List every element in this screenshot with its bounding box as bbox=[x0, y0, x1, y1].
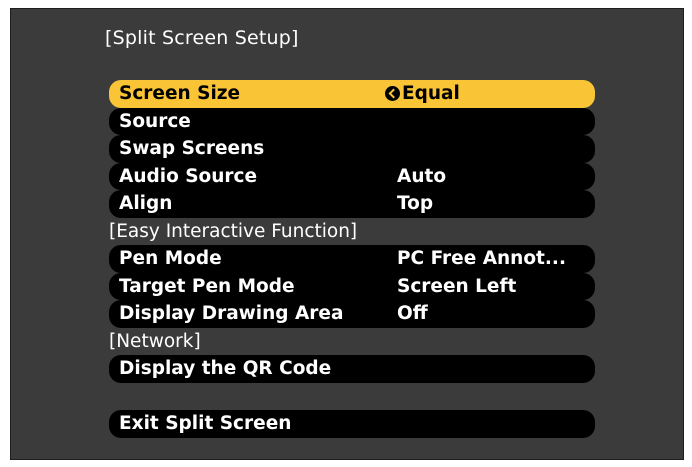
menu-item-label: Display Drawing Area bbox=[119, 303, 344, 325]
enter-icon bbox=[385, 86, 400, 102]
pen-mode-value: PC Free Annot... bbox=[397, 248, 566, 270]
section-header-network: [Network] bbox=[109, 330, 201, 352]
menu-item-label: Display the QR Code bbox=[119, 358, 332, 380]
menu-item-target-pen-mode[interactable]: Target Pen Mode Screen Left bbox=[109, 272, 595, 300]
menu-item-pen-mode[interactable]: Pen Mode PC Free Annot... bbox=[109, 245, 595, 273]
menu-item-label: Screen Size bbox=[119, 83, 241, 105]
align-value: Top bbox=[397, 193, 434, 215]
screen-size-value: Equal bbox=[402, 83, 460, 105]
menu-item-display-drawing-area[interactable]: Display Drawing Area Off bbox=[109, 300, 595, 328]
menu-item-label: Pen Mode bbox=[119, 248, 222, 270]
menu-item-source[interactable]: Source bbox=[109, 107, 595, 135]
menu-item-screen-size[interactable]: Screen Size Equal bbox=[109, 80, 595, 108]
menu-spacer bbox=[105, 383, 595, 411]
menu-item-label: Swap Screens bbox=[119, 138, 265, 160]
menu-item-label: Align bbox=[119, 193, 173, 215]
menu-item-display-qr-code[interactable]: Display the QR Code bbox=[109, 355, 595, 383]
split-screen-setup-menu: Screen Size Equal Source Swap Screens Au… bbox=[105, 80, 595, 438]
audio-source-value: Auto bbox=[397, 165, 447, 187]
target-pen-mode-value: Screen Left bbox=[397, 275, 517, 297]
menu-item-label: Exit Split Screen bbox=[119, 413, 292, 435]
menu-title: [Split Screen Setup] bbox=[105, 27, 299, 49]
menu-item-audio-source[interactable]: Audio Source Auto bbox=[109, 162, 595, 190]
menu-item-label: Audio Source bbox=[119, 165, 258, 187]
menu-item-swap-screens[interactable]: Swap Screens bbox=[109, 135, 595, 163]
section-header-easy-interactive: [Easy Interactive Function] bbox=[109, 220, 358, 242]
menu-item-exit-split-screen[interactable]: Exit Split Screen bbox=[109, 410, 595, 438]
menu-item-label: Source bbox=[119, 110, 191, 132]
menu-item-align[interactable]: Align Top bbox=[109, 190, 595, 218]
menu-item-value: Equal bbox=[385, 83, 460, 104]
display-drawing-area-value: Off bbox=[397, 303, 428, 325]
menu-item-label: Target Pen Mode bbox=[119, 275, 295, 297]
